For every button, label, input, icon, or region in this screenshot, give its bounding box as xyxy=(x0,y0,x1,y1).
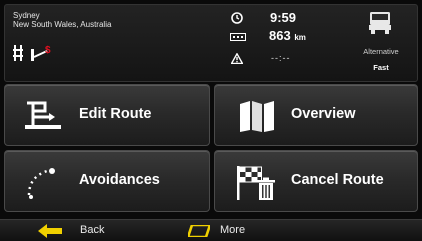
edit-route-icon xyxy=(25,101,61,129)
avoidances-button[interactable]: Avoidances xyxy=(4,150,210,212)
svg-text:$: $ xyxy=(45,45,51,56)
location-city: Sydney xyxy=(13,11,40,20)
more-label: More xyxy=(220,224,246,236)
distance-value: 863 xyxy=(269,28,291,43)
truck-icon[interactable] xyxy=(367,11,393,35)
more-button[interactable]: More xyxy=(180,220,300,241)
warning-icon xyxy=(231,53,243,64)
road-toll-icon: $ xyxy=(13,45,51,61)
bottom-bar: Back More xyxy=(0,219,422,241)
location-region: New South Wales, Australia xyxy=(13,20,112,29)
overview-label: Overview xyxy=(291,106,356,122)
back-button[interactable]: Back xyxy=(0,220,150,241)
distance-unit: km xyxy=(294,33,306,42)
status-panel: Sydney New South Wales, Australia $ 9:59… xyxy=(4,4,418,82)
map-icon xyxy=(240,101,274,132)
edit-route-button[interactable]: Edit Route xyxy=(4,84,210,146)
back-label: Back xyxy=(80,224,105,236)
avoidances-label: Avoidances xyxy=(79,172,160,188)
back-arrow-icon xyxy=(38,224,62,238)
route-mode-label: Fast xyxy=(373,63,389,72)
more-icon xyxy=(188,225,210,237)
route-type-label: Alternative xyxy=(363,47,399,56)
distance-icon xyxy=(230,33,246,41)
cancel-route-button[interactable]: Cancel Route xyxy=(214,150,418,212)
edit-route-label: Edit Route xyxy=(79,106,152,122)
overview-button[interactable]: Overview xyxy=(214,84,418,146)
avoid-route-icon xyxy=(27,168,55,199)
eta-value: --:-- xyxy=(271,53,291,63)
cancel-route-icon xyxy=(237,166,275,200)
time-value: 9:59 xyxy=(270,10,297,25)
clock-icon xyxy=(231,12,243,24)
distance-readout: 863 km xyxy=(269,28,306,43)
cancel-route-label: Cancel Route xyxy=(291,172,384,188)
